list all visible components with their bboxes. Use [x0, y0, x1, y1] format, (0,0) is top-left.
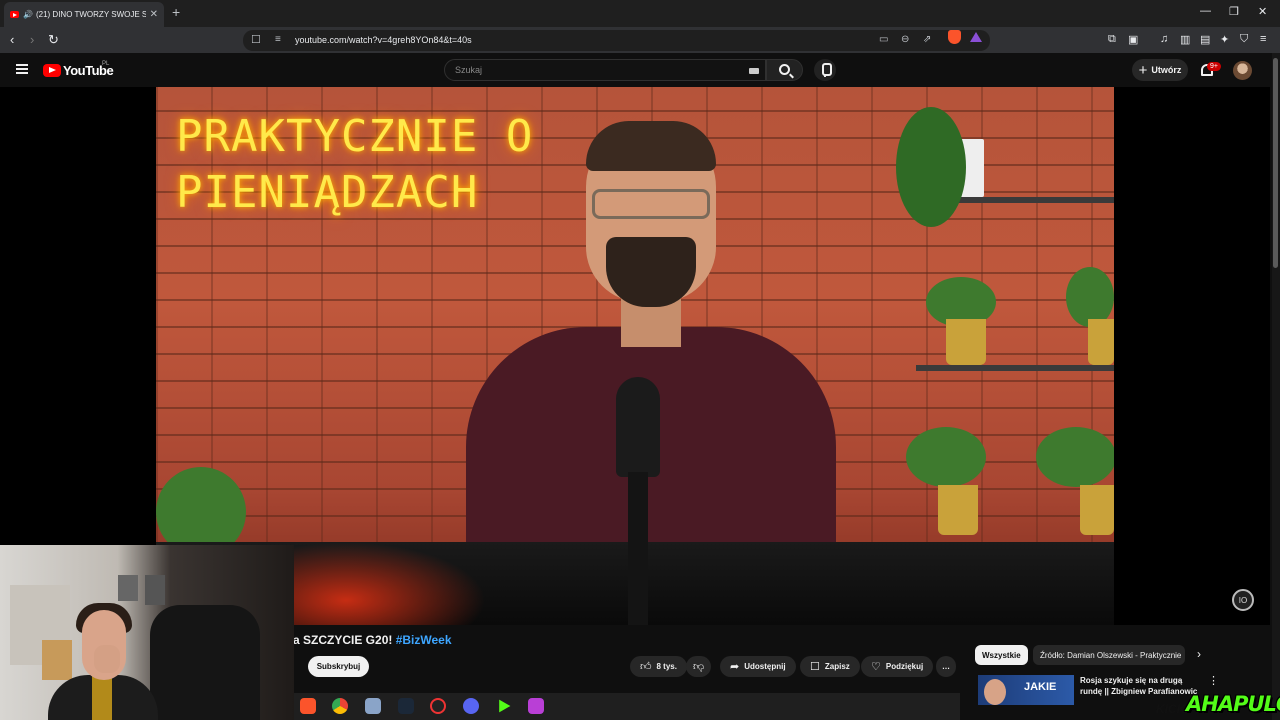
plus-icon: +: [1138, 61, 1148, 79]
recommendation-thumbnail[interactable]: JAKIE: [978, 675, 1074, 705]
search-icon: [779, 64, 790, 75]
red-glow: [286, 542, 486, 625]
country-code: PL: [102, 61, 110, 67]
streamer-name: AHAPULCO: [1186, 692, 1280, 716]
plant: [1036, 427, 1114, 487]
more-icon: …: [942, 662, 950, 671]
app-taskbar-icon[interactable]: [528, 698, 544, 714]
close-window-icon[interactable]: ✕: [1258, 5, 1267, 18]
channel-watermark-icon[interactable]: IO: [1232, 589, 1254, 611]
share-label: Udostępnij: [744, 662, 786, 671]
discord-taskbar-icon[interactable]: [463, 698, 479, 714]
youtube-logo-icon[interactable]: [43, 64, 61, 77]
save-label: Zapisz: [824, 662, 850, 671]
hanging-plant: [896, 107, 966, 227]
plant-pot: [1088, 319, 1114, 365]
reload-icon[interactable]: ↻: [48, 32, 59, 48]
cast-icon[interactable]: ▭: [879, 34, 888, 45]
chip-source[interactable]: Źródło: Damian Olszewski - Praktycznie: [1033, 645, 1185, 665]
address-bar[interactable]: ☐ ≡ youtube.com/watch?v=4greh8YOn84&t=40…: [243, 30, 990, 51]
brave-taskbar-icon[interactable]: [300, 698, 316, 714]
search-placeholder: Szukaj: [455, 65, 483, 75]
save-icon: ☐: [810, 661, 820, 673]
video-title: a SZCZYCIE G20! #BizWeek: [293, 633, 452, 647]
leo-ai-icon[interactable]: ✦: [1220, 33, 1229, 46]
screenshot-icon[interactable]: ▣: [1128, 33, 1138, 46]
url-text[interactable]: youtube.com/watch?v=4greh8YOn84&t=40s: [295, 35, 472, 45]
plant-pot: [938, 485, 978, 535]
recommendation-menu-icon[interactable]: ⋮: [1208, 674, 1219, 687]
wallet-icon[interactable]: ▤: [1200, 33, 1210, 46]
keyboard-icon[interactable]: [749, 68, 759, 74]
notifications-badge: 9+: [1207, 62, 1221, 71]
save-button[interactable]: ☐ Zapisz: [800, 656, 860, 677]
thumbs-down-icon: 👎︎: [693, 661, 705, 673]
site-settings-icon[interactable]: ≡: [275, 34, 281, 45]
chrome-taskbar-icon[interactable]: [332, 698, 348, 714]
brave-rewards-icon[interactable]: [970, 32, 982, 42]
thumbs-up-icon: 👍︎: [640, 661, 652, 673]
create-button[interactable]: + Utwórz: [1132, 59, 1188, 81]
thanks-icon: ♡: [871, 661, 881, 673]
share-page-icon[interactable]: ⇗: [923, 34, 931, 45]
hashtag-link[interactable]: #BizWeek: [396, 633, 452, 647]
plant-pot: [1080, 485, 1114, 535]
vpn-icon[interactable]: ⛉: [1240, 33, 1248, 46]
bookmark-icon[interactable]: ☐: [251, 33, 261, 46]
like-button[interactable]: 👍︎ 8 tys.: [630, 656, 687, 677]
dislike-button[interactable]: 👎︎: [686, 656, 712, 677]
chevron-right-icon[interactable]: ›: [1197, 647, 1201, 661]
taskbar: [294, 693, 960, 720]
speaker-icon[interactable]: 🔊: [23, 10, 33, 19]
chip-all[interactable]: Wszystkie: [975, 645, 1028, 665]
new-tab-button[interactable]: +: [172, 4, 180, 20]
search-input[interactable]: Szukaj: [444, 59, 766, 81]
plant: [906, 427, 986, 487]
thanks-label: Podziękuj: [885, 662, 924, 671]
voice-search-icon[interactable]: [814, 59, 836, 81]
guide-menu-icon[interactable]: [16, 64, 28, 74]
avatar[interactable]: [1233, 61, 1252, 80]
browser-tabstrip: 🔊 (21) DINO TWORZY SWOJE S ✕ + — ❐ ✕: [0, 0, 1280, 27]
steam-taskbar-icon[interactable]: [398, 698, 414, 714]
kick-logo-text: KICK: [1156, 702, 1186, 716]
sidebar-icon[interactable]: ▥: [1180, 33, 1190, 46]
recommendation-title[interactable]: Rosja szykuje się na drugą rundę || Zbig…: [1080, 675, 1200, 697]
search-button[interactable]: [766, 59, 803, 81]
webcam-overlay: [0, 545, 294, 720]
scrollbar-thumb[interactable]: [1273, 58, 1278, 268]
forward-icon[interactable]: ›: [30, 32, 34, 47]
video-title-text: a SZCZYCIE G20!: [293, 633, 393, 647]
back-icon[interactable]: ‹: [10, 32, 14, 47]
share-icon: ➦: [730, 661, 740, 673]
create-label: Utwórz: [1151, 65, 1182, 75]
extensions-icon[interactable]: ⧉: [1108, 33, 1116, 46]
subscribe-button[interactable]: Subskrybuj: [308, 656, 369, 677]
restore-icon[interactable]: ❐: [1229, 5, 1239, 18]
obs-taskbar-icon[interactable]: [430, 698, 446, 714]
tab-title: (21) DINO TWORZY SWOJE S: [35, 10, 146, 19]
menu-icon[interactable]: ≡: [1260, 33, 1266, 45]
youtube-favicon-icon: [10, 11, 19, 18]
minimize-icon[interactable]: —: [1200, 5, 1211, 17]
media-icon[interactable]: ♫: [1160, 33, 1168, 45]
zoom-icon[interactable]: ⊖: [901, 34, 909, 45]
close-tab-icon[interactable]: ✕: [150, 9, 158, 20]
microphone-stand: [628, 472, 648, 625]
youtube-header: YouTube PL Szukaj + Utwórz 9+: [0, 53, 1280, 87]
video-frame[interactable]: PRAKTYCZNIE O PIENIĄDZACH: [156, 87, 1114, 625]
plant: [1066, 267, 1114, 327]
more-actions-button[interactable]: …: [936, 656, 956, 677]
brave-shield-icon[interactable]: [948, 30, 961, 44]
explorer-taskbar-icon[interactable]: [365, 698, 381, 714]
thumbnail-text: JAKIE: [1024, 681, 1057, 693]
wall-shelf: [916, 365, 1114, 371]
like-count: 8 tys.: [656, 662, 677, 671]
share-button[interactable]: ➦ Udostępnij: [720, 656, 796, 677]
thanks-button[interactable]: ♡ Podziękuj: [861, 656, 934, 677]
browser-toolbar: ‹ › ↻ ☐ ≡ youtube.com/watch?v=4greh8YOn8…: [0, 27, 1280, 53]
plant-pot: [946, 319, 986, 365]
studio-microphone: [616, 377, 660, 477]
browser-tab[interactable]: 🔊 (21) DINO TWORZY SWOJE S ✕: [4, 2, 164, 27]
